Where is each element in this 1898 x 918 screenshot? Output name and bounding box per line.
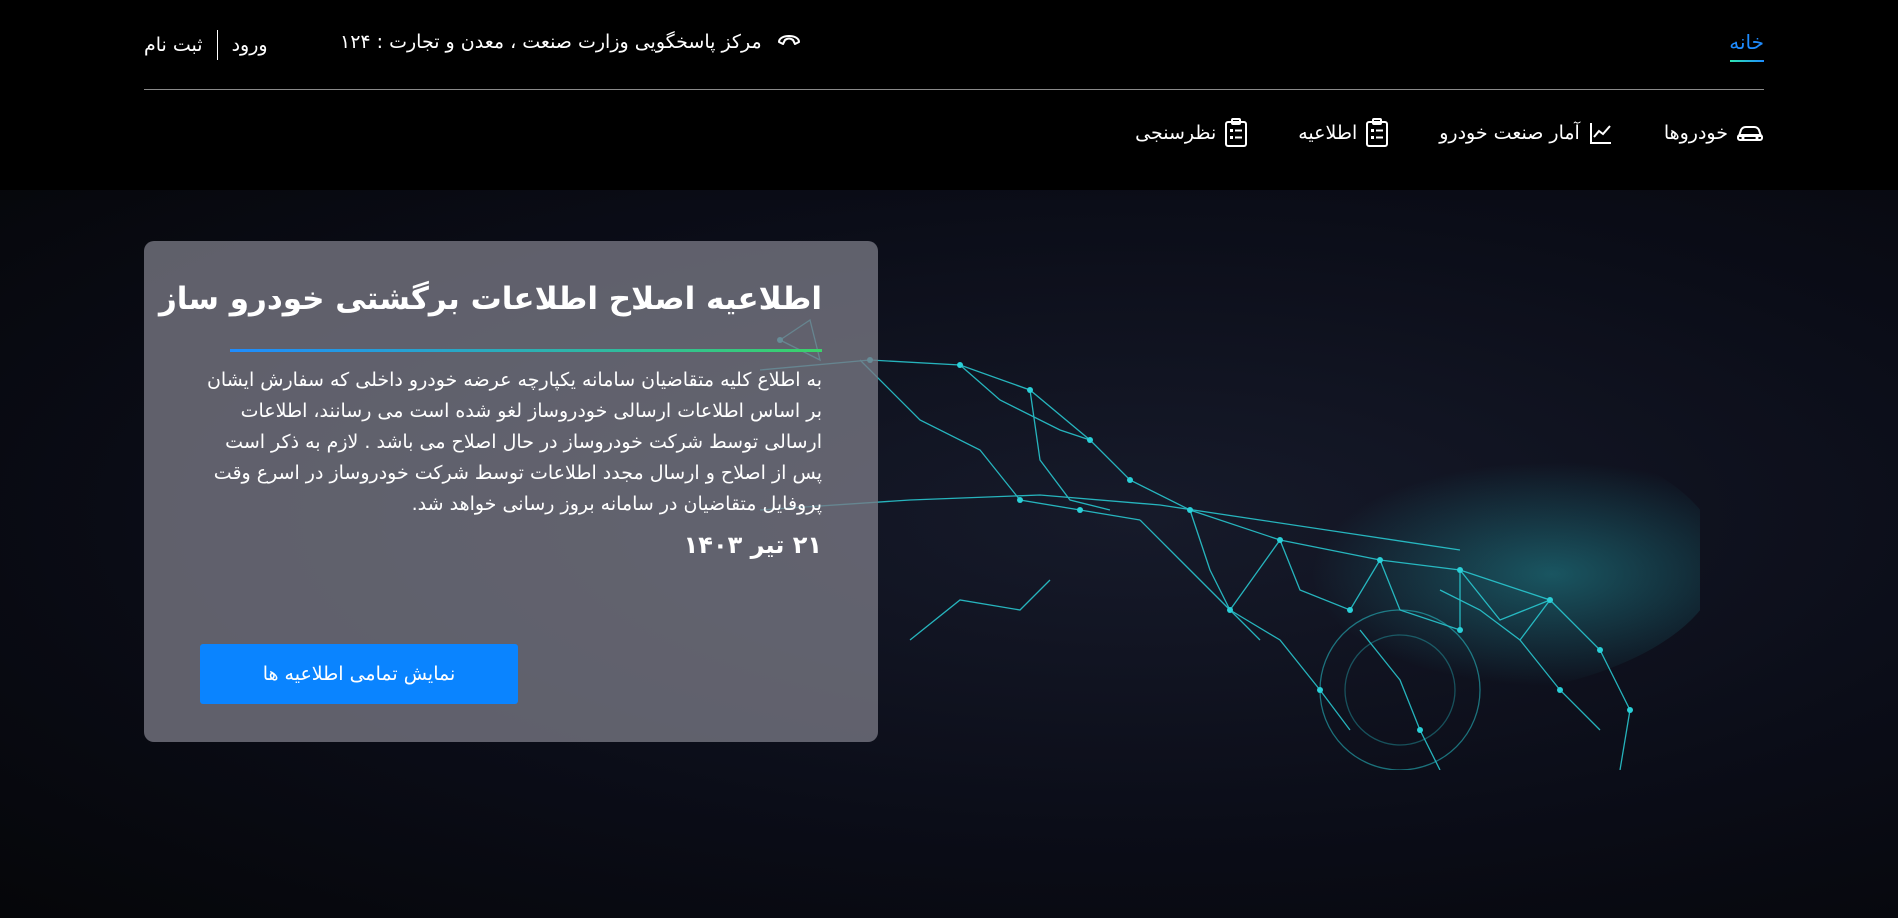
register-link[interactable]: ثبت نام — [144, 34, 203, 56]
auth-divider — [216, 30, 218, 60]
nav-item-label: خودروها — [1663, 122, 1728, 144]
car-wireframe-illustration — [760, 318, 1700, 770]
nav-item-announcements[interactable]: اطلاعیه — [1298, 118, 1389, 148]
clipboard-icon — [1365, 118, 1389, 148]
announcement-title: اطلاعیه اصلاح اطلاعات برگشتی خودرو ساز — [158, 281, 822, 317]
auth-links: ثبت نام ورود — [144, 28, 268, 62]
nav-item-label: آمار صنعت خودرو — [1439, 122, 1580, 144]
car-icon — [1736, 122, 1764, 144]
clipboard-icon — [1224, 118, 1248, 148]
nav-item-label: نظرسنجی — [1135, 122, 1217, 144]
announcement-body: به اطلاع کلیه متقاضیان سامانه یکپارچه عر… — [206, 369, 822, 515]
support-text: مرکز پاسخگویی وزارت صنعت ، معدن و تجارت … — [340, 30, 762, 53]
nav-item-cars[interactable]: خودروها — [1664, 122, 1764, 144]
nav-home-link[interactable]: خانه — [1729, 30, 1764, 60]
chart-icon — [1588, 120, 1614, 146]
phone-icon — [776, 30, 802, 53]
nav-item-stats[interactable]: آمار صنعت خودرو — [1439, 120, 1614, 146]
nav-item-label: اطلاعیه — [1298, 122, 1358, 144]
title-divider — [230, 349, 822, 352]
login-link[interactable]: ورود — [232, 34, 268, 56]
top-bar: خانه مرکز پاسخگویی وزارت صنعت ، معدن و ت… — [144, 0, 1764, 90]
site-header: خانه مرکز پاسخگویی وزارت صنعت ، معدن و ت… — [0, 0, 1898, 190]
main-nav: خودروها آمار صنعت خودرو اطلاعیه نظرسنجی — [1135, 118, 1764, 148]
nav-item-survey[interactable]: نظرسنجی — [1135, 118, 1248, 148]
home-active-underline — [1730, 60, 1764, 62]
announcement-card: اطلاعیه اصلاح اطلاعات برگشتی خودرو ساز ب… — [144, 241, 878, 742]
announcement-date: ۲۱ تیر ۱۴۰۳ — [683, 531, 822, 559]
support-info: مرکز پاسخگویی وزارت صنعت ، معدن و تجارت … — [340, 30, 802, 53]
show-all-announcements-button[interactable]: نمایش تمامی اطلاعیه ها — [200, 644, 518, 704]
